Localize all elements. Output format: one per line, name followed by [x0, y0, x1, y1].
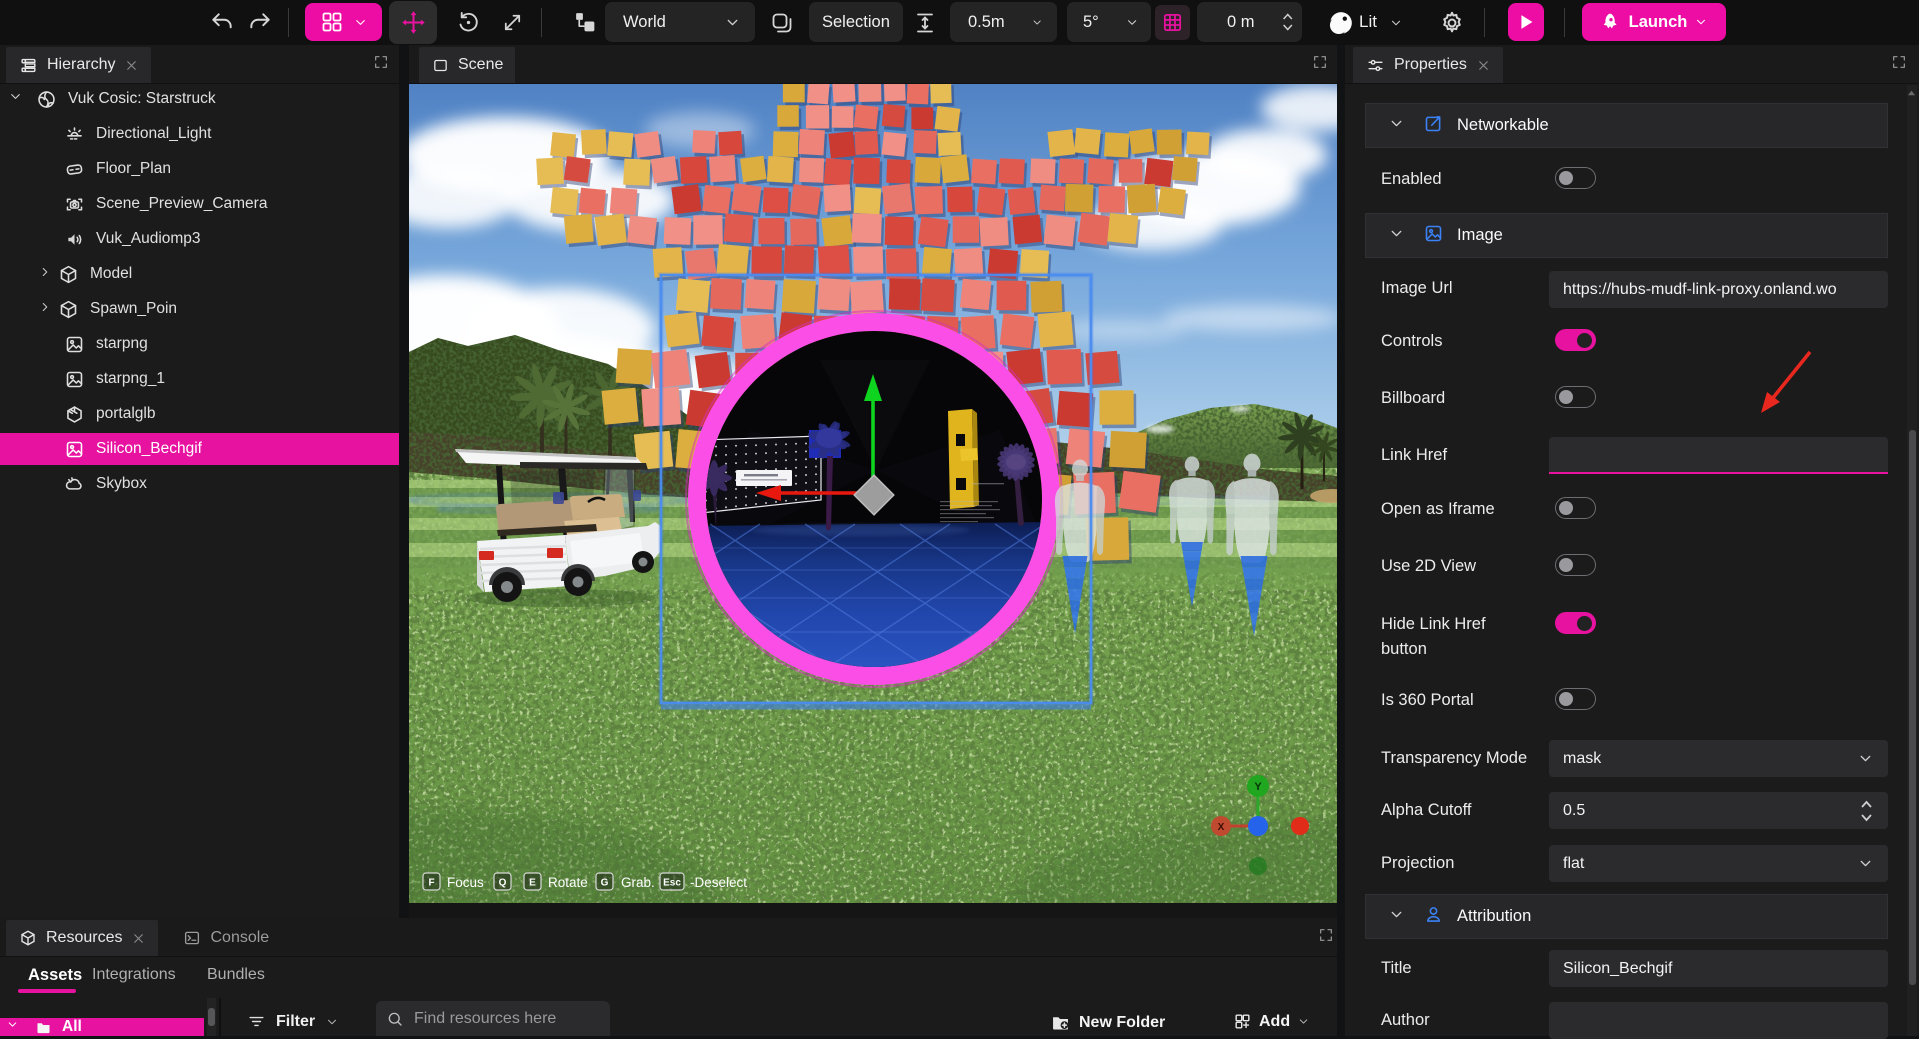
svg-text:Q: Q [499, 878, 507, 889]
svg-text:Y: Y [1254, 781, 1262, 793]
svg-text:Rotate: Rotate [548, 875, 588, 890]
svg-text:G: G [601, 878, 609, 889]
svg-text:Grab.: Grab. [621, 875, 655, 890]
svg-text:-Deselect: -Deselect [690, 875, 747, 890]
svg-text:Esc: Esc [663, 878, 681, 889]
svg-text:Focus: Focus [447, 875, 484, 890]
svg-text:E: E [529, 878, 536, 889]
svg-text:X: X [1218, 822, 1225, 833]
svg-text:F: F [428, 878, 434, 889]
